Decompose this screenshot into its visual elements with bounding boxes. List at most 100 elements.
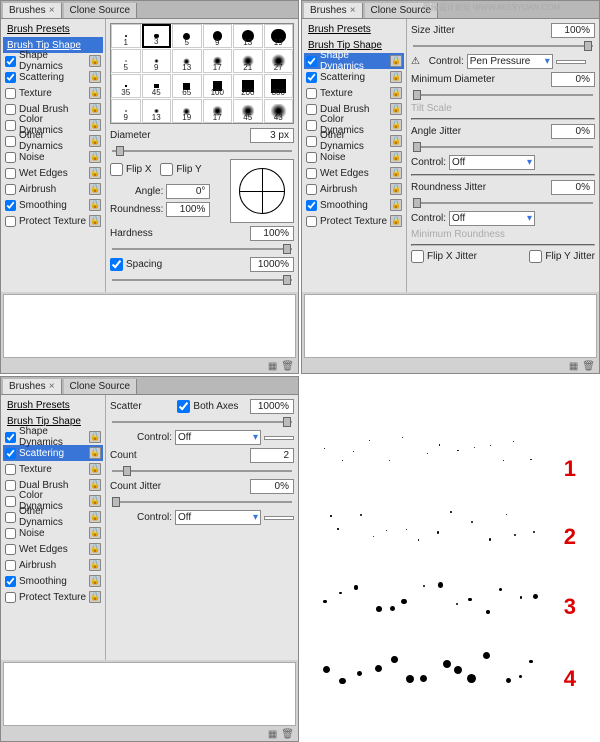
roundness-jitter-value[interactable]: 0% [551, 180, 595, 195]
min-diameter-slider[interactable] [413, 94, 593, 96]
scatter-control-dropdown[interactable]: Off [175, 430, 261, 445]
lock-icon[interactable]: 🔒 [89, 215, 101, 227]
checkbox-color-dynamics[interactable] [5, 120, 16, 131]
lock-icon[interactable]: 🔒 [89, 119, 101, 131]
diameter-value[interactable]: 3 px [250, 128, 294, 143]
new-icon[interactable]: ▦ [268, 729, 277, 740]
min-diameter-value[interactable]: 0% [551, 72, 595, 87]
angle-value[interactable]: 0° [166, 184, 210, 199]
sidebar-other-dynamics[interactable]: Other Dynamics🔒 [3, 133, 103, 149]
close-icon[interactable]: × [49, 381, 55, 392]
scatter-value[interactable]: 1000% [250, 399, 294, 414]
angle-jitter-value[interactable]: 0% [551, 124, 595, 139]
lock-icon[interactable]: 🔒 [390, 199, 402, 211]
sidebar-wet-edges[interactable]: Wet Edges🔒 [3, 541, 103, 557]
angle-widget[interactable] [230, 159, 294, 223]
close-icon[interactable]: × [49, 5, 55, 16]
close-icon[interactable]: × [350, 5, 356, 16]
checkbox-spacing[interactable] [110, 258, 123, 271]
size-jitter-slider[interactable] [413, 45, 593, 47]
angle-jitter-slider[interactable] [413, 146, 593, 148]
lock-icon[interactable]: 🔒 [89, 135, 101, 147]
sidebar-airbrush[interactable]: Airbrush🔒 [3, 181, 103, 197]
hardness-value[interactable]: 100% [250, 226, 294, 241]
scatter-slider[interactable] [112, 421, 292, 423]
checkbox-flip-x-jitter[interactable] [411, 250, 424, 263]
trash-icon[interactable]: 🗑 [582, 361, 595, 372]
checkbox-flip-x[interactable] [110, 163, 123, 176]
hardness-slider[interactable] [112, 248, 292, 250]
lock-icon[interactable]: 🔒 [89, 495, 101, 507]
sidebar-protect-texture[interactable]: Protect Texture🔒 [304, 213, 404, 229]
tab-brushes[interactable]: Brushes× [3, 3, 62, 18]
diameter-slider[interactable] [112, 150, 292, 152]
lock-icon[interactable]: 🔒 [89, 447, 101, 459]
tab-brushes[interactable]: Brushes× [304, 3, 363, 18]
lock-icon[interactable]: 🔒 [390, 103, 402, 115]
brush-preset-grid[interactable]: 1359131959131721273545651002003009131917… [110, 23, 294, 124]
sidebar-smoothing[interactable]: Smoothing🔒 [304, 197, 404, 213]
lock-icon[interactable]: 🔒 [89, 463, 101, 475]
sidebar-smoothing[interactable]: Smoothing🔒 [3, 197, 103, 213]
lock-icon[interactable]: 🔒 [390, 151, 402, 163]
lock-icon[interactable]: 🔒 [390, 119, 402, 131]
angle-control-dropdown[interactable]: Off [449, 155, 535, 170]
lock-icon[interactable]: 🔒 [390, 87, 402, 99]
new-icon[interactable]: ▦ [569, 361, 578, 372]
trash-icon[interactable]: 🗑 [281, 361, 294, 372]
checkbox-dual-brush[interactable] [5, 104, 16, 115]
lock-icon[interactable]: 🔒 [89, 431, 101, 443]
checkbox-wet-edges[interactable] [5, 168, 16, 179]
checkbox-both-axes[interactable] [177, 400, 190, 413]
sidebar-other-dynamics[interactable]: Other Dynamics🔒 [304, 133, 404, 149]
lock-icon[interactable]: 🔒 [390, 55, 402, 67]
lock-icon[interactable]: 🔒 [89, 199, 101, 211]
spacing-slider[interactable] [112, 279, 292, 281]
sidebar-wet-edges[interactable]: Wet Edges🔒 [304, 165, 404, 181]
tab-clone-source[interactable]: Clone Source [64, 3, 138, 18]
lock-icon[interactable]: 🔒 [89, 527, 101, 539]
sidebar-texture[interactable]: Texture🔒 [304, 85, 404, 101]
tab-brushes[interactable]: Brushes× [3, 379, 62, 394]
count-jitter-slider[interactable] [112, 501, 292, 503]
sidebar-shape-dynamics[interactable]: Shape Dynamics🔒 [3, 429, 103, 445]
lock-icon[interactable]: 🔒 [390, 135, 402, 147]
sidebar-brush-presets[interactable]: Brush Presets [3, 397, 103, 413]
new-icon[interactable]: ▦ [268, 361, 277, 372]
trash-icon[interactable]: 🗑 [281, 729, 294, 740]
roundness-value[interactable]: 100% [166, 202, 210, 217]
sidebar-brush-presets[interactable]: Brush Presets [3, 21, 103, 37]
checkbox-smoothing[interactable] [5, 200, 16, 211]
lock-icon[interactable]: 🔒 [89, 183, 101, 195]
sidebar-texture[interactable]: Texture🔒 [3, 85, 103, 101]
sidebar-other-dynamics[interactable]: Other Dynamics🔒 [3, 509, 103, 525]
lock-icon[interactable]: 🔒 [89, 511, 101, 523]
lock-icon[interactable]: 🔒 [89, 87, 101, 99]
checkbox-other-dynamics[interactable] [5, 136, 16, 147]
sidebar-smoothing[interactable]: Smoothing🔒 [3, 573, 103, 589]
count-value[interactable]: 2 [250, 448, 294, 463]
lock-icon[interactable]: 🔒 [89, 55, 101, 67]
checkbox-flip-y[interactable] [160, 163, 173, 176]
sidebar-protect-texture[interactable]: Protect Texture🔒 [3, 589, 103, 605]
checkbox-shape-dynamics[interactable] [5, 56, 16, 67]
size-jitter-value[interactable]: 100% [551, 23, 595, 38]
lock-icon[interactable]: 🔒 [89, 591, 101, 603]
size-control-dropdown[interactable]: Pen Pressure [467, 54, 553, 69]
checkbox-airbrush[interactable] [5, 184, 16, 195]
sidebar-shape-dynamics[interactable]: Shape Dynamics🔒 [3, 53, 103, 69]
checkbox-texture[interactable] [5, 88, 16, 99]
sidebar-airbrush[interactable]: Airbrush🔒 [304, 181, 404, 197]
tab-clone-source[interactable]: Clone Source [64, 379, 138, 394]
lock-icon[interactable]: 🔒 [89, 559, 101, 571]
count-slider[interactable] [112, 470, 292, 472]
sidebar-wet-edges[interactable]: Wet Edges🔒 [3, 165, 103, 181]
checkbox-noise[interactable] [5, 152, 16, 163]
sidebar-texture[interactable]: Texture🔒 [3, 461, 103, 477]
sidebar-brush-presets[interactable]: Brush Presets [304, 21, 404, 37]
lock-icon[interactable]: 🔒 [89, 575, 101, 587]
lock-icon[interactable]: 🔒 [390, 167, 402, 179]
lock-icon[interactable]: 🔒 [89, 151, 101, 163]
lock-icon[interactable]: 🔒 [390, 215, 402, 227]
checkbox-protect-texture[interactable] [5, 216, 16, 227]
